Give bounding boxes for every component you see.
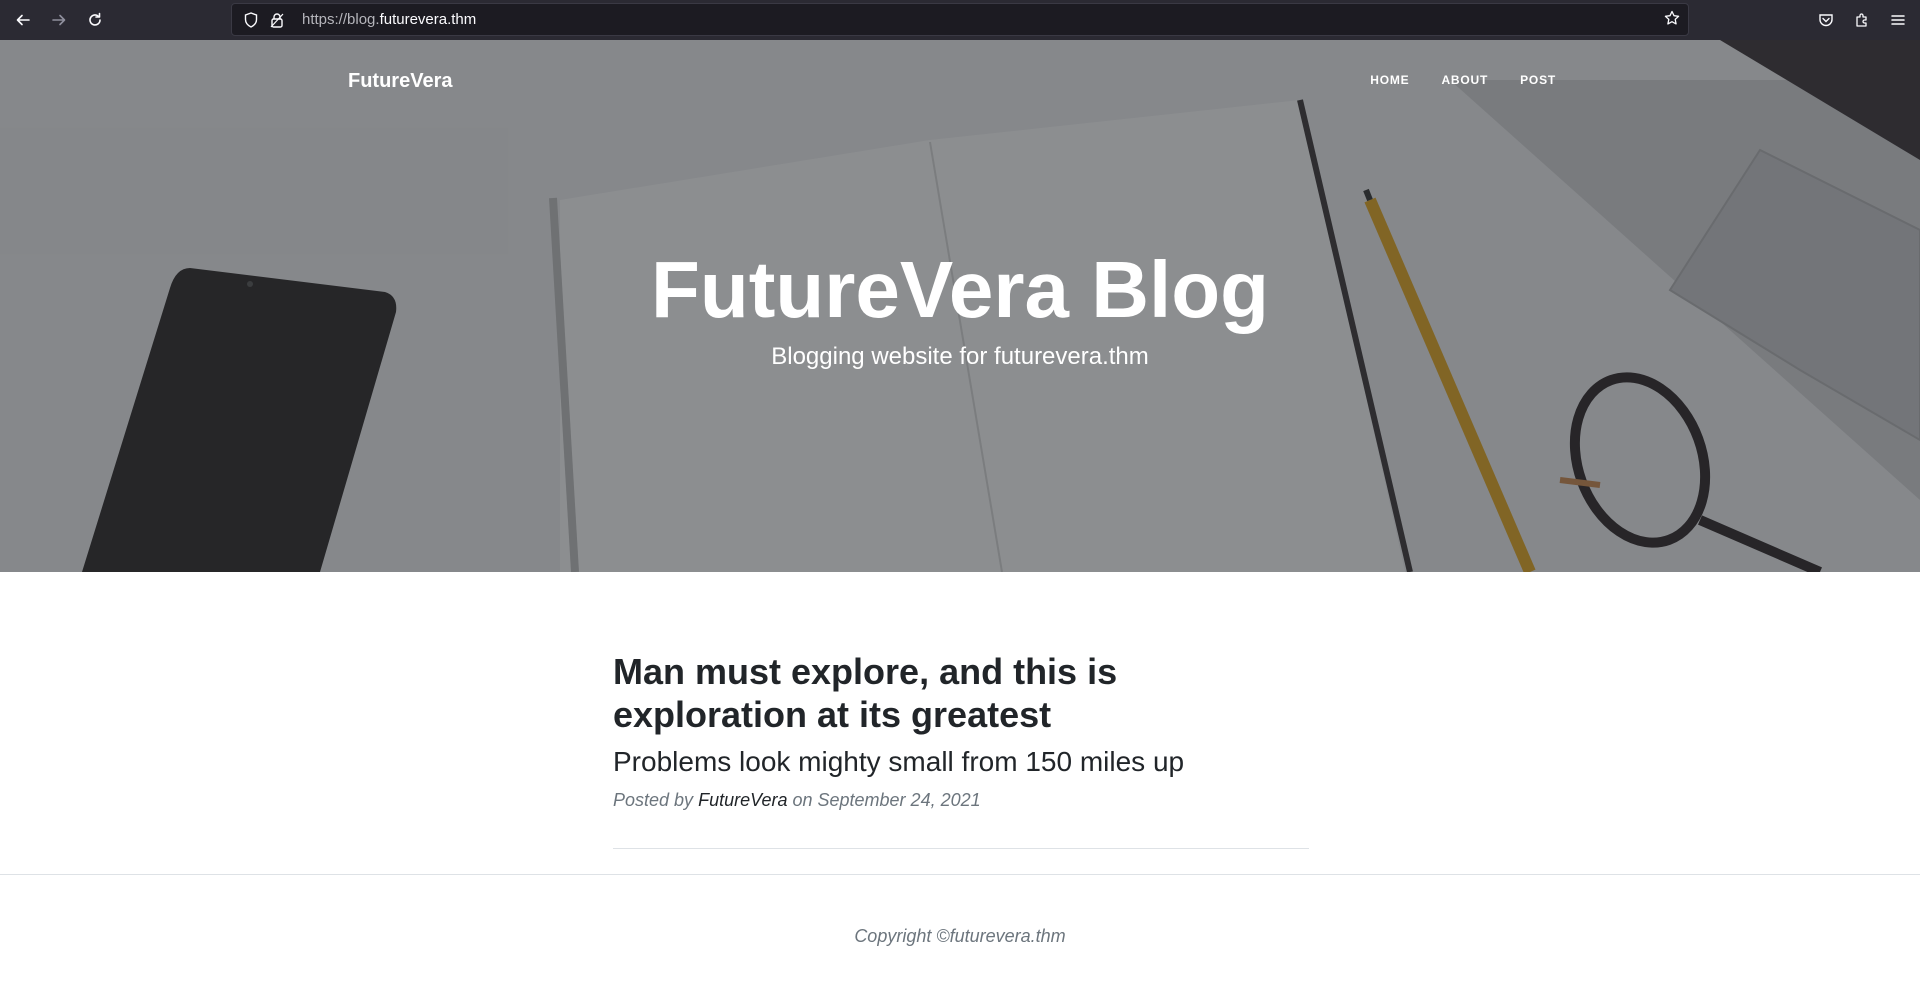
post-meta-prefix: Posted by — [613, 790, 694, 811]
nav-link-about[interactable]: ABOUT — [1441, 73, 1488, 87]
address-bar[interactable]: https://blog.futurevera.thm — [231, 3, 1689, 36]
reload-icon — [89, 12, 101, 26]
site-subheading: Blogging website for futurevera.thm — [771, 343, 1149, 370]
post-subtitle[interactable]: Problems look mighty small from 150 mile… — [613, 746, 1309, 778]
navbar-brand[interactable]: FutureVera — [348, 70, 452, 93]
hamburger-icon — [1891, 15, 1905, 25]
nav-link-post[interactable]: POST — [1520, 73, 1556, 87]
browser-toolbar: https://blog.futurevera.thm — [0, 0, 1920, 40]
site-heading: FutureVera Blog — [651, 245, 1269, 334]
shield-icon[interactable] — [238, 11, 264, 28]
back-button[interactable] — [5, 2, 41, 38]
reload-button[interactable] — [77, 2, 113, 38]
extensions-button[interactable] — [1844, 2, 1880, 38]
post-meta: Posted by FutureVera on September 24, 20… — [613, 790, 1309, 811]
arrow-left-icon — [16, 14, 30, 26]
lock-icon[interactable] — [264, 12, 290, 28]
post-title[interactable]: Man must explore, and this is exploratio… — [613, 650, 1153, 736]
pocket-icon — [1819, 14, 1833, 27]
post-preview: Man must explore, and this is exploratio… — [613, 650, 1309, 811]
menu-button[interactable] — [1880, 2, 1916, 38]
url-host: futurevera.thm — [379, 11, 477, 28]
star-icon[interactable] — [1664, 10, 1680, 31]
url-prefix: https://blog. — [302, 11, 380, 28]
post-meta-date: on September 24, 2021 — [792, 790, 981, 811]
footer-divider — [0, 874, 1920, 875]
arrow-right-icon — [52, 14, 66, 26]
pocket-button[interactable] — [1808, 2, 1844, 38]
forward-button[interactable] — [41, 2, 77, 38]
post-divider — [613, 848, 1309, 849]
post-author-link[interactable]: FutureVera — [698, 790, 787, 810]
nav-link-home[interactable]: HOME — [1370, 73, 1409, 87]
footer-copyright: Copyright ©futurevera.thm — [854, 926, 1066, 946]
url-text[interactable]: https://blog.futurevera.thm — [302, 11, 476, 28]
site-navbar: FutureVera HOME ABOUT POST — [0, 40, 1920, 122]
masthead: FutureVera HOME ABOUT POST FutureVera Bl… — [0, 40, 1920, 572]
puzzle-icon — [1856, 13, 1867, 27]
navbar-links: HOME ABOUT POST — [1338, 73, 1556, 87]
toolbar-right — [1808, 0, 1920, 40]
